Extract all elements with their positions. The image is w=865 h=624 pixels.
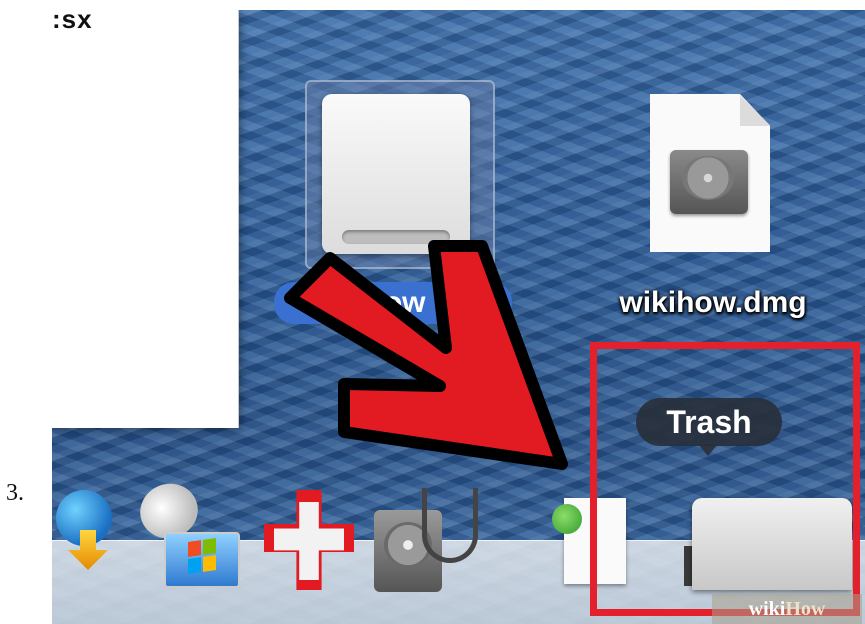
drag-arrow-icon <box>284 240 568 470</box>
wikihow-watermark: wikiHow <box>712 594 862 624</box>
mac-desktop-screen: :sx wikihow CD wikihow.dmg Trash wikiHow <box>52 10 865 624</box>
drag-arrow-shape <box>284 240 568 470</box>
step-number: 3. <box>6 480 24 506</box>
watermark-how: How <box>785 598 826 620</box>
watermark-wiki: wiki <box>748 598 786 620</box>
